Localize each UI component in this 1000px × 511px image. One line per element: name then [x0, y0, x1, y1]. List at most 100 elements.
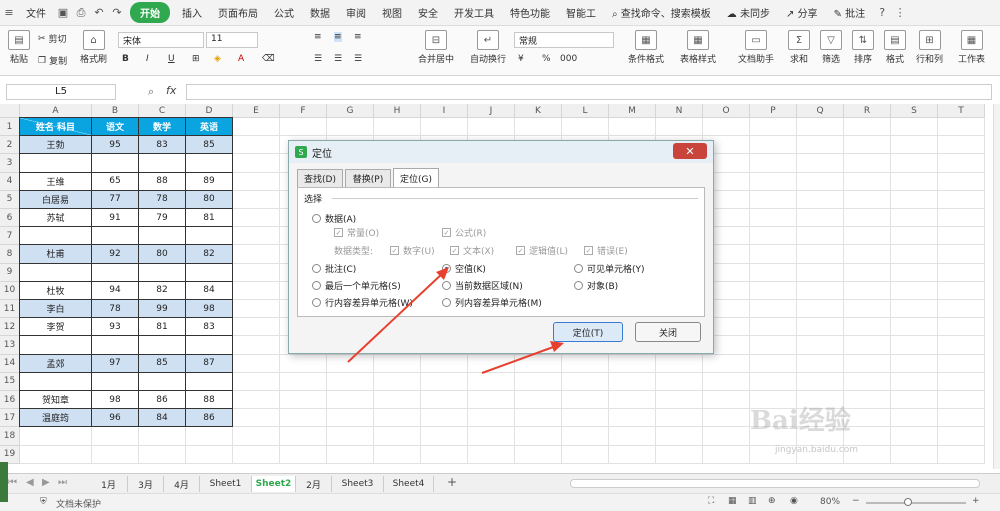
row-header-7[interactable]: 7	[0, 227, 20, 246]
table-cell-chinese[interactable]	[91, 226, 139, 246]
table-cell-name[interactable]	[19, 371, 92, 391]
table-cell-name[interactable]: 苏轼	[19, 208, 92, 228]
column-header-J[interactable]: J	[468, 104, 515, 118]
table-cell-name[interactable]	[19, 262, 92, 282]
option-logical[interactable]: ✓ 逻辑值(L)	[516, 244, 568, 257]
table-cell-math[interactable]	[138, 153, 186, 173]
cell-S8[interactable]	[891, 245, 938, 264]
table-cell-chinese[interactable]	[91, 371, 139, 391]
cell-T14[interactable]	[938, 354, 985, 373]
table-cell-english[interactable]: 89	[185, 171, 233, 191]
cell-P1[interactable]	[750, 118, 797, 137]
cell-O19[interactable]	[703, 445, 750, 464]
cell-S11[interactable]	[891, 300, 938, 319]
cell-R4[interactable]	[844, 172, 891, 191]
cell-H1[interactable]	[374, 118, 421, 137]
table-cell-english[interactable]	[185, 335, 233, 355]
cell-G18[interactable]	[327, 427, 374, 446]
table-cell-english[interactable]	[185, 153, 233, 173]
save-icon[interactable]: ▣	[55, 5, 71, 21]
cell-S15[interactable]	[891, 372, 938, 391]
sum-button[interactable]: Σ 求和	[788, 30, 810, 65]
cell-E5[interactable]	[233, 190, 280, 209]
cell-R1[interactable]	[844, 118, 891, 137]
menu-tab-smart[interactable]: 智能工	[558, 5, 604, 20]
dialog-close-action-button[interactable]: 关闭	[635, 322, 701, 342]
cell-H15[interactable]	[374, 372, 421, 391]
cell-M17[interactable]	[609, 409, 656, 428]
cell-S6[interactable]	[891, 209, 938, 228]
cell-H18[interactable]	[374, 427, 421, 446]
table-cell-english[interactable]: 85	[185, 135, 233, 155]
table-cell-name[interactable]: 白居易	[19, 189, 92, 209]
align-bottom-button[interactable]: ≡	[354, 32, 362, 42]
row-header-15[interactable]: 15	[0, 372, 20, 391]
cell-O14[interactable]	[703, 354, 750, 373]
column-header-B[interactable]: B	[92, 104, 139, 118]
column-header-N[interactable]: N	[656, 104, 703, 118]
cell-T9[interactable]	[938, 263, 985, 282]
radio-object[interactable]	[574, 281, 583, 290]
table-cell-math[interactable]: 80	[138, 244, 186, 264]
column-header-A[interactable]: A	[20, 104, 92, 118]
menu-tab-formula[interactable]: 公式	[266, 5, 302, 20]
cell-S10[interactable]	[891, 281, 938, 300]
table-cell-chinese[interactable]	[91, 153, 139, 173]
number-format-select[interactable]: 常规	[514, 32, 614, 48]
cell-Q5[interactable]	[797, 190, 844, 209]
eye-protection-icon[interactable]: ◉	[790, 496, 798, 506]
column-header-Q[interactable]: Q	[797, 104, 844, 118]
cell-K16[interactable]	[515, 391, 562, 410]
tab-goto[interactable]: 定位(G)	[393, 168, 439, 187]
table-cell-math[interactable]: 85	[138, 353, 186, 373]
cell-E8[interactable]	[233, 245, 280, 264]
cell-F17[interactable]	[280, 409, 327, 428]
cell-T4[interactable]	[938, 172, 985, 191]
cell-G16[interactable]	[327, 391, 374, 410]
option-row-diff[interactable]: 行内容差异单元格(W)	[312, 296, 413, 309]
cell-G1[interactable]	[327, 118, 374, 137]
horizontal-scrollbar[interactable]	[570, 479, 980, 488]
cell-E15[interactable]	[233, 372, 280, 391]
tab-replace[interactable]: 替换(P)	[345, 169, 391, 187]
cell-S18[interactable]	[891, 427, 938, 446]
row-header-1[interactable]: 1	[0, 118, 20, 137]
cell-I18[interactable]	[421, 427, 468, 446]
cell-T19[interactable]	[938, 445, 985, 464]
cell-Q7[interactable]	[797, 227, 844, 246]
table-cell-chinese[interactable]: 78	[91, 299, 139, 319]
menu-tab-insert[interactable]: 插入	[174, 5, 210, 20]
sheet-tab-Sheet2[interactable]: Sheet2	[252, 476, 296, 492]
font-color-button[interactable]: A	[238, 54, 244, 64]
cell-J19[interactable]	[468, 445, 515, 464]
cut-button[interactable]: ✂ 剪切	[38, 32, 67, 46]
cell-Q6[interactable]	[797, 209, 844, 228]
row-header-9[interactable]: 9	[0, 263, 20, 282]
radio-visible[interactable]	[574, 264, 583, 273]
cell-J15[interactable]	[468, 372, 515, 391]
cell-K14[interactable]	[515, 354, 562, 373]
cell-Q11[interactable]	[797, 300, 844, 319]
column-header-T[interactable]: T	[938, 104, 985, 118]
table-cell-math[interactable]: 99	[138, 299, 186, 319]
cell-L18[interactable]	[562, 427, 609, 446]
cell-Q9[interactable]	[797, 263, 844, 282]
cell-T7[interactable]	[938, 227, 985, 246]
cell-M14[interactable]	[609, 354, 656, 373]
cell-P11[interactable]	[750, 300, 797, 319]
cell-E3[interactable]	[233, 154, 280, 173]
column-header-I[interactable]: I	[421, 104, 468, 118]
cell-S16[interactable]	[891, 391, 938, 410]
sheet-tab-Sheet3[interactable]: Sheet3	[332, 476, 384, 492]
cell-L17[interactable]	[562, 409, 609, 428]
table-cell-name[interactable]	[19, 335, 92, 355]
cell-H17[interactable]	[374, 409, 421, 428]
table-cell-chinese[interactable]: 98	[91, 390, 139, 410]
redo-icon[interactable]: ↷	[109, 5, 125, 21]
cell-P12[interactable]	[750, 318, 797, 337]
cell-L16[interactable]	[562, 391, 609, 410]
add-sheet-icon[interactable]: +	[447, 475, 457, 489]
table-cell-english[interactable]: 81	[185, 208, 233, 228]
cell-A19[interactable]	[20, 445, 92, 464]
cell-Q14[interactable]	[797, 354, 844, 373]
